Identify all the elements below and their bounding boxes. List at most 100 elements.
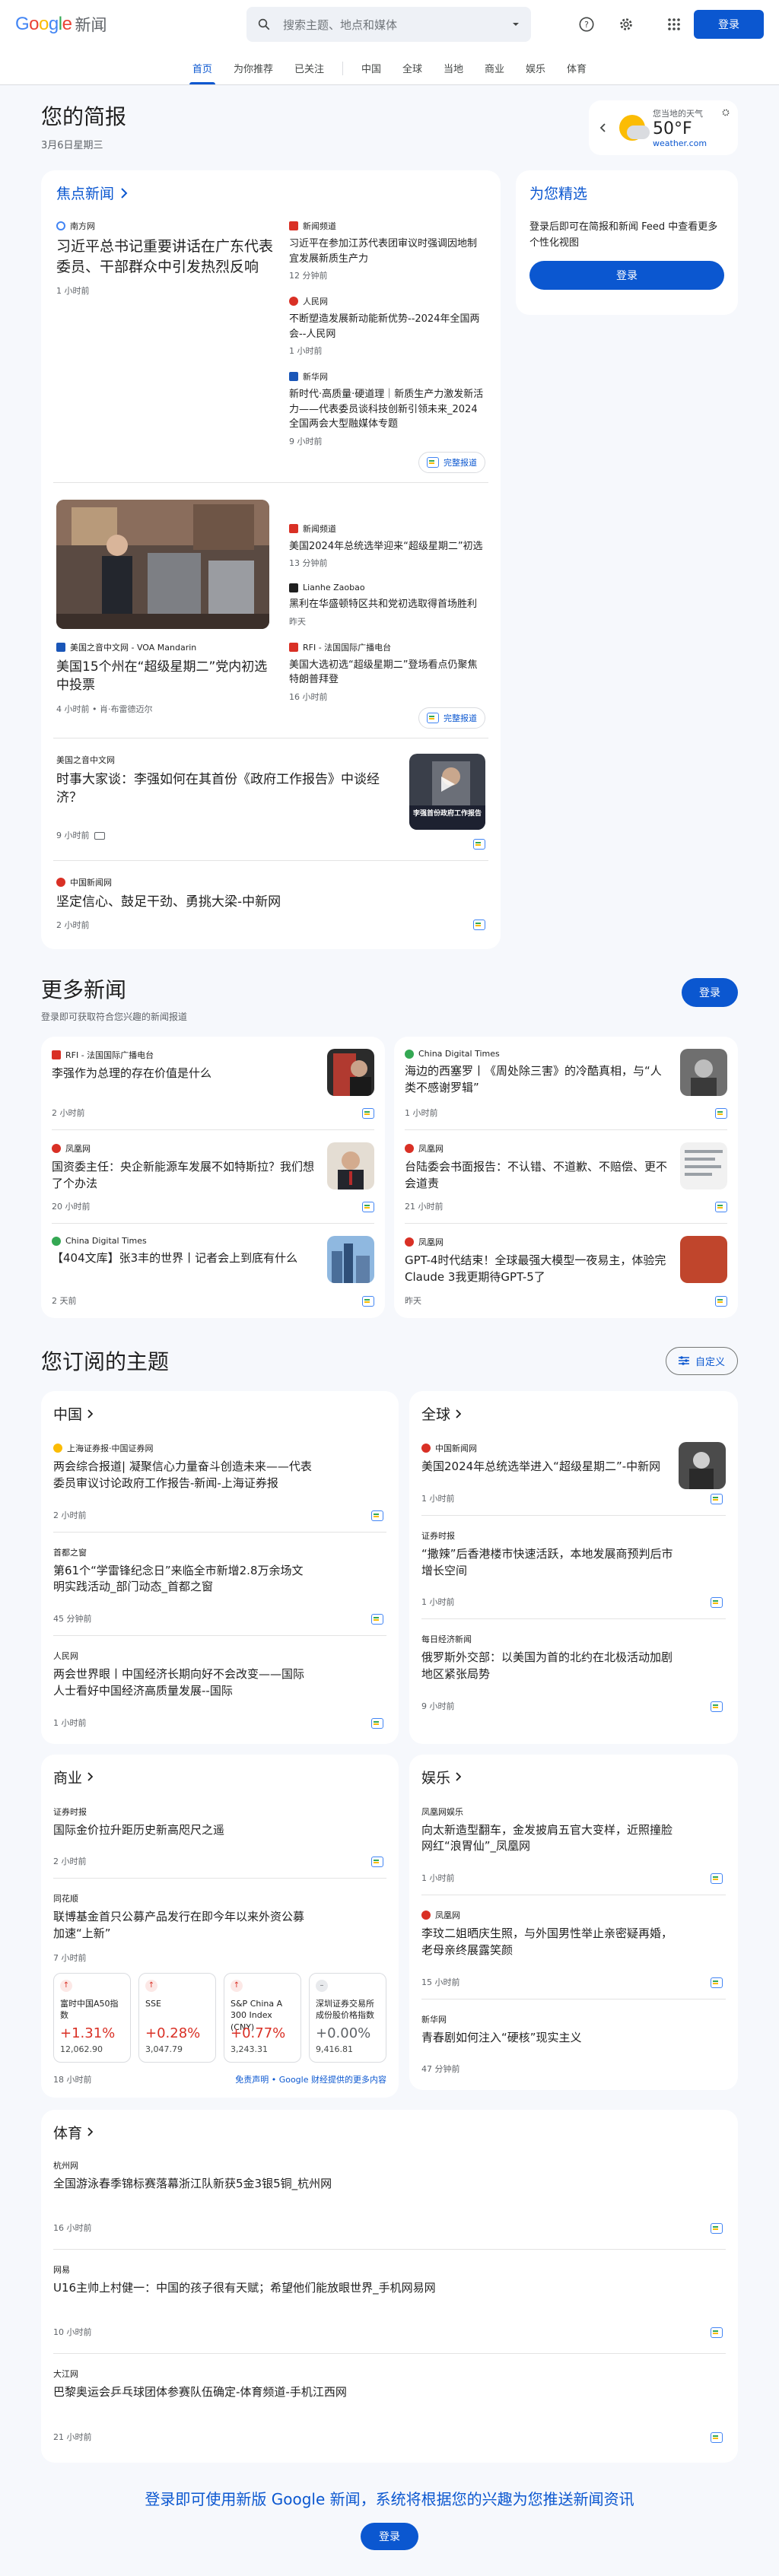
full-coverage-icon[interactable] (711, 1873, 723, 1885)
stock-index-card[interactable]: ↑ S&P China A 300 Index (CNY) +0.77% 3,2… (224, 1972, 301, 2063)
story-thumbnail-image[interactable] (680, 1236, 727, 1284)
tab-following[interactable]: 已关注 (284, 61, 335, 84)
story-thumbnail-image[interactable] (679, 1442, 726, 1490)
headline-link[interactable]: 习近平在参加江苏代表团审议时强调因地制宜发展新质生产力 (289, 237, 485, 266)
full-coverage-icon[interactable] (473, 838, 485, 850)
index-value: 12,062.90 (60, 2044, 103, 2054)
headline-link[interactable]: 李玟二姐晒庆生照，与外国男性举止亲密疑再婚，老母亲终展露笑颜 (421, 1926, 680, 1959)
tab-china[interactable]: 中国 (351, 61, 392, 84)
full-coverage-icon[interactable] (371, 1717, 383, 1729)
sign-in-button[interactable]: 登录 (694, 10, 764, 39)
full-coverage-icon[interactable] (371, 1614, 383, 1625)
headline-link[interactable]: 俄罗斯外交部：以美国为首的北约在北极活动加剧地区紧张局势 (421, 1650, 680, 1683)
tab-world[interactable]: 全球 (392, 61, 433, 84)
full-coverage-icon[interactable] (362, 1296, 374, 1307)
customize-button[interactable]: 自定义 (665, 1346, 738, 1375)
picks-sign-in-button[interactable]: 登录 (529, 260, 724, 290)
full-coverage-icon[interactable] (711, 1597, 723, 1609)
story-thumbnail-image[interactable] (56, 499, 269, 629)
headline-link[interactable]: 新时代·高质量·硬道理｜新质生产力激发新活力——代表委员谈科技创新引领未来_20… (289, 387, 485, 432)
headline-link[interactable]: 第61个“学雷锋纪念日”来临全市新增2.8万余场文明实践活动_部门动态_首都之窗 (53, 1563, 312, 1596)
google-news-logo[interactable]: Google 新闻 (15, 13, 243, 36)
tab-entertainment[interactable]: 娱乐 (515, 61, 556, 84)
full-coverage-icon[interactable] (711, 1701, 723, 1712)
search-input[interactable]: 搜索主题、地点和媒体 (283, 17, 511, 33)
tab-local[interactable]: 当地 (433, 61, 474, 84)
weather-widget[interactable]: 您当地的天气 50°F weather.com (589, 100, 738, 155)
headline-link[interactable]: 美国2024年总统选举迎来“超级星期二”初选 (289, 539, 485, 554)
headline-link[interactable]: 黑利在华盛顿特区共和党初选取得首场胜利 (289, 597, 485, 612)
full-coverage-button[interactable]: 完整报道 (418, 707, 485, 729)
tab-home[interactable]: 首页 (182, 61, 223, 84)
help-icon[interactable]: ? (578, 16, 595, 33)
headline-link[interactable]: 习近平总书记重要讲话在广东代表委员、干部群众中引发热烈反响 (56, 237, 275, 277)
full-coverage-icon[interactable] (371, 1857, 383, 1868)
chevron-left-icon[interactable] (599, 123, 607, 132)
chevron-down-icon[interactable] (511, 20, 520, 29)
headline-link[interactable]: 向太新造型翻车，金发披肩五官大变样，近照撞脸网红“浪胃仙”_凤凰网 (421, 1822, 680, 1856)
story-thumbnail-image[interactable] (327, 1142, 374, 1190)
headline-link[interactable]: 李强作为总理的存在价值是什么 (52, 1066, 318, 1082)
full-coverage-icon[interactable] (715, 1296, 727, 1307)
headline-link[interactable]: 坚定信心、鼓足干劲、勇挑大梁-中新网 (56, 893, 485, 912)
headline-link[interactable]: 国资委主任：央企新能源车发展不如特斯拉？我们想了个办法 (52, 1159, 318, 1193)
full-coverage-icon[interactable] (715, 1202, 727, 1213)
tab-for-you[interactable]: 为你推荐 (223, 61, 284, 84)
full-coverage-icon[interactable] (371, 1510, 383, 1521)
full-coverage-button[interactable]: 完整报道 (418, 451, 485, 473)
headline-link[interactable]: GPT-4时代结束！全球最强大模型一夜易主，体验完Claude 3我更期待GPT… (405, 1253, 671, 1286)
topic-heading[interactable]: 中国 (53, 1403, 386, 1424)
story-thumbnail-image[interactable] (680, 1142, 727, 1190)
headline-link[interactable]: 全国游泳春季锦标赛落幕浙江队新获5金3银5铜_杭州网 (53, 2176, 726, 2193)
tab-business[interactable]: 商业 (474, 61, 515, 84)
headline-link[interactable]: 美国大选初选“超级星期二”登场看点仍聚焦特朗普拜登 (289, 658, 485, 688)
timestamp: 4 小时前 • 肖·布雷德迈尔 (56, 704, 153, 714)
top-stories-heading[interactable]: 焦点新闻 (53, 183, 488, 203)
headline-link[interactable]: U16主帅上村健一：中国的孩子很有天赋；希望他们能放眼世界_手机网易网 (53, 2280, 726, 2297)
full-coverage-icon[interactable] (362, 1108, 374, 1120)
footer-sign-in-button[interactable]: 登录 (361, 2522, 418, 2550)
full-coverage-icon (427, 712, 439, 723)
stock-index-card[interactable]: – 深圳证券交易所成份股价格指数 +0.00% 9,416.81 (309, 1972, 386, 2063)
tab-sports[interactable]: 体育 (556, 61, 597, 84)
full-coverage-icon[interactable] (715, 1108, 727, 1120)
full-coverage-icon[interactable] (473, 920, 485, 931)
full-coverage-icon[interactable] (711, 1977, 723, 1988)
full-coverage-icon[interactable] (711, 1493, 723, 1504)
headline-link[interactable]: 国际金价拉升距历史新高咫尺之遥 (53, 1822, 312, 1839)
settings-gear-icon[interactable] (618, 16, 634, 33)
headline-link[interactable]: 两会综合报道| 凝聚信心力量奋斗创造未来——代表委员审议讨论政府工作报告-新闻-… (53, 1459, 312, 1492)
headline-link[interactable]: 【404文库】张3丰的世界丨记者会上到底有什么 (52, 1250, 318, 1267)
headline-link[interactable]: 不断塑造发展新动能新优势--2024年全国两会--人民网 (289, 312, 485, 341)
search-bar[interactable]: 搜索主题、地点和媒体 (246, 7, 531, 42)
story-thumbnail-image[interactable] (327, 1049, 374, 1097)
topic-heading[interactable]: 全球 (421, 1403, 726, 1424)
headline-link[interactable]: “撒辣”后香港楼市快速活跃，本地发展商预判后市增长空间 (421, 1546, 680, 1580)
full-coverage-icon[interactable] (362, 1202, 374, 1213)
headline-link[interactable]: 台陆委会书面报告：不认错、不道歉、不赔偿、更不会道责 (405, 1159, 671, 1193)
full-coverage-icon[interactable] (711, 2431, 723, 2443)
headline-link[interactable]: 联博基金首只公募产品发行在即今年以来外资公募加速“上新” (53, 1909, 312, 1942)
stock-index-card[interactable]: ↑ SSE +0.28% 3,047.79 (138, 1972, 216, 2063)
stock-index-card[interactable]: ↑ 富时中国A50指数 +1.31% 12,062.90 (53, 1972, 131, 2063)
topic-heading[interactable]: 商业 (53, 1767, 386, 1787)
headline-link[interactable]: 青春剧如何注入“硬核”现实主义 (421, 2030, 680, 2047)
weather-settings-icon[interactable] (721, 108, 730, 117)
headline-link[interactable]: 两会世界眼丨中国经济长期向好不会改变——国际人士看好中国经济高质量发展--国际 (53, 1666, 312, 1700)
finance-disclaimer-link[interactable]: 免责声明 • Google 财经提供的更多内容 (235, 2073, 386, 2085)
story-thumbnail-image[interactable] (680, 1049, 727, 1097)
apps-grid-icon[interactable] (666, 17, 682, 32)
headline-link[interactable]: 时事大家谈：李强如何在其首份《政府工作报告》中谈经济？ (56, 770, 397, 808)
more-news-sign-in-button[interactable]: 登录 (682, 978, 738, 1008)
topic-heading[interactable]: 体育 (53, 2122, 726, 2142)
full-coverage-icon[interactable] (711, 2222, 723, 2234)
headline-link[interactable]: 美国2024年总统选举进入“超级星期二”-中新网 (421, 1459, 680, 1475)
headline-link[interactable]: 美国15个州在“超级星期二”党内初选中投票 (56, 658, 275, 695)
headline-link[interactable]: 海边的西塞罗丨《周处除三害》的冷酷真相，与“人类不感谢罗辑” (405, 1063, 671, 1097)
headline-link[interactable]: 巴黎奥运会乒乓球团体参赛队伍确定-体育频道-手机江西网 (53, 2384, 726, 2401)
topic-heading[interactable]: 娱乐 (421, 1767, 726, 1787)
weather-source-link[interactable]: weather.com (653, 138, 707, 148)
story-thumbnail-image[interactable] (327, 1236, 374, 1284)
full-coverage-icon[interactable] (711, 2327, 723, 2338)
video-thumbnail-image[interactable] (409, 753, 485, 830)
